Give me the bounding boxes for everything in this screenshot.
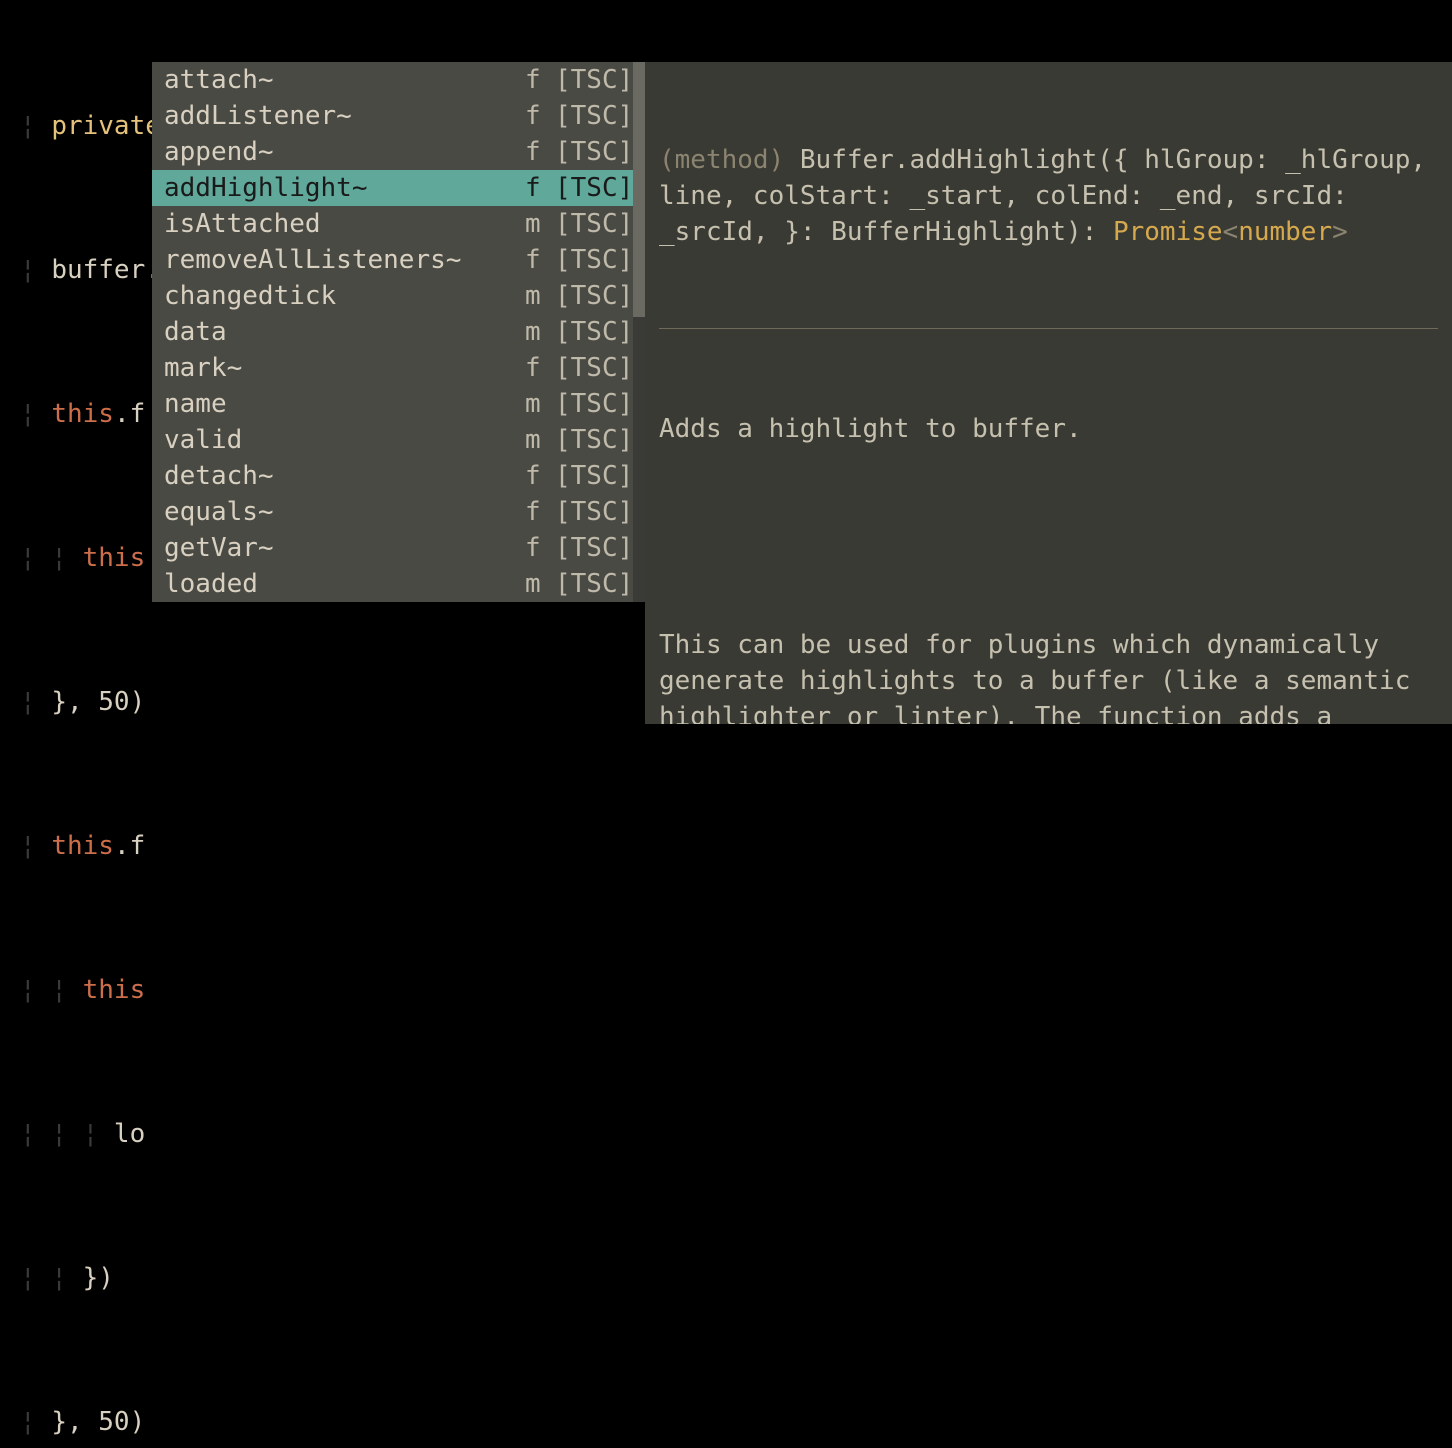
signature: (method) Buffer.addHighlight({ hlGroup: …	[659, 142, 1438, 250]
completion-item-source: [TSC]	[555, 566, 645, 602]
completion-item[interactable]: isAttachedm[TSC]	[152, 206, 645, 242]
completion-item-source: [TSC]	[555, 62, 645, 98]
doc-body: This can be used for plugins which dynam…	[659, 627, 1438, 724]
completion-item-kind: f	[525, 134, 555, 170]
completion-item-source: [TSC]	[555, 242, 645, 278]
completion-item[interactable]: datam[TSC]	[152, 314, 645, 350]
completion-item-name: data	[164, 314, 525, 350]
completion-item-source: [TSC]	[555, 314, 645, 350]
completion-item-kind: m	[525, 206, 555, 242]
completion-item-kind: m	[525, 386, 555, 422]
doc-separator	[659, 328, 1438, 329]
completion-item-kind: f	[525, 530, 555, 566]
completion-item-name: loaded	[164, 566, 525, 602]
completion-item[interactable]: attach~f[TSC]	[152, 62, 645, 98]
completion-item[interactable]: equals~f[TSC]	[152, 494, 645, 530]
completion-item-source: [TSC]	[555, 458, 645, 494]
completion-item-kind: f	[525, 170, 555, 206]
completion-item[interactable]: getVar~f[TSC]	[152, 530, 645, 566]
completion-item[interactable]: append~f[TSC]	[152, 134, 645, 170]
completion-item-name: mark~	[164, 350, 525, 386]
completion-item[interactable]: addHighlight~f[TSC]	[152, 170, 645, 206]
completion-item[interactable]: changedtickm[TSC]	[152, 278, 645, 314]
completion-item-kind: m	[525, 566, 555, 602]
completion-item-name: name	[164, 386, 525, 422]
completion-item-source: [TSC]	[555, 134, 645, 170]
completion-item-source: [TSC]	[555, 422, 645, 458]
completion-item-name: isAttached	[164, 206, 525, 242]
completion-item-kind: f	[525, 242, 555, 278]
completion-item-name: attach~	[164, 62, 525, 98]
completion-item-source: [TSC]	[555, 530, 645, 566]
completion-item-source: [TSC]	[555, 278, 645, 314]
completion-popup[interactable]: attach~f[TSC]addListener~f[TSC]append~f[…	[152, 62, 645, 602]
documentation-panel: (method) Buffer.addHighlight({ hlGroup: …	[645, 62, 1452, 724]
completion-item[interactable]: validm[TSC]	[152, 422, 645, 458]
completion-item-kind: f	[525, 98, 555, 134]
popup-scrollbar[interactable]	[633, 62, 645, 602]
completion-item[interactable]: mark~f[TSC]	[152, 350, 645, 386]
code-line: ¦ this.f	[0, 828, 1452, 864]
code-line: ¦ ¦ })	[0, 1260, 1452, 1296]
completion-item-kind: f	[525, 494, 555, 530]
completion-item[interactable]: addListener~f[TSC]	[152, 98, 645, 134]
completion-item[interactable]: loadedm[TSC]	[152, 566, 645, 602]
completion-item-name: valid	[164, 422, 525, 458]
completion-item-name: getVar~	[164, 530, 525, 566]
completion-item-kind: m	[525, 278, 555, 314]
completion-item-name: addHighlight~	[164, 170, 525, 206]
completion-item-kind: m	[525, 422, 555, 458]
code-line: ¦ ¦ this	[0, 972, 1452, 1008]
code-line: ¦ ¦ ¦ lo	[0, 1116, 1452, 1152]
completion-item-name: removeAllListeners~	[164, 242, 525, 278]
completion-item[interactable]: detach~f[TSC]	[152, 458, 645, 494]
completion-item-source: [TSC]	[555, 386, 645, 422]
popup-scrollthumb[interactable]	[633, 62, 645, 317]
completion-item-name: addListener~	[164, 98, 525, 134]
completion-item-kind: f	[525, 62, 555, 98]
completion-item-name: equals~	[164, 494, 525, 530]
completion-item-name: append~	[164, 134, 525, 170]
completion-item-name: detach~	[164, 458, 525, 494]
code-line: ¦ }, 50)	[0, 1404, 1452, 1440]
completion-item-source: [TSC]	[555, 206, 645, 242]
completion-item-kind: f	[525, 350, 555, 386]
completion-item-kind: f	[525, 458, 555, 494]
completion-item-source: [TSC]	[555, 170, 645, 206]
completion-item-source: [TSC]	[555, 98, 645, 134]
completion-item[interactable]: namem[TSC]	[152, 386, 645, 422]
doc-summary: Adds a highlight to buffer.	[659, 411, 1438, 447]
completion-item[interactable]: removeAllListeners~f[TSC]	[152, 242, 645, 278]
completion-item-kind: m	[525, 314, 555, 350]
completion-item-source: [TSC]	[555, 494, 645, 530]
completion-item-name: changedtick	[164, 278, 525, 314]
completion-item-source: [TSC]	[555, 350, 645, 386]
